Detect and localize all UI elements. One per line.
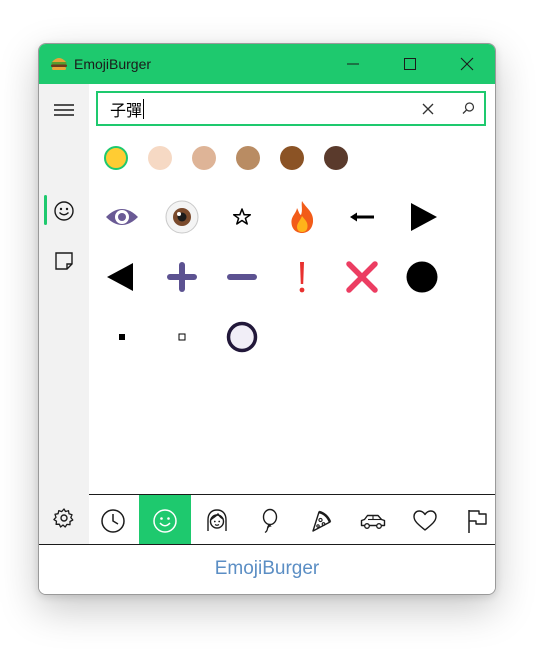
skin-tone-medium[interactable] (236, 146, 260, 170)
emoji-play-right[interactable] (394, 189, 450, 245)
car-icon (360, 514, 386, 529)
sidebar-item-note[interactable] (39, 240, 89, 280)
emoji-exclamation[interactable] (274, 249, 330, 305)
search-icon (462, 102, 475, 114)
app-window: EmojiBurger 子彈 EmojiBurger (38, 43, 496, 595)
emoji-eye[interactable] (94, 189, 150, 245)
close-button[interactable] (438, 44, 495, 84)
emoji-minus[interactable] (214, 249, 270, 305)
small-black-square-icon (119, 334, 125, 340)
emoji-heavy-circle[interactable] (214, 309, 270, 365)
title-bar[interactable]: EmojiBurger (39, 44, 495, 84)
emoji-play-left[interactable] (94, 249, 150, 305)
maximize-button[interactable] (381, 44, 438, 84)
maximize-icon (404, 58, 416, 70)
gear-icon (53, 508, 74, 528)
emoji-cross-mark[interactable] (334, 249, 390, 305)
search-box[interactable]: 子彈 (96, 91, 486, 126)
black-circle-icon (406, 261, 438, 293)
settings-button[interactable] (39, 497, 89, 537)
smiley-icon (54, 201, 74, 221)
minimize-icon (347, 63, 359, 65)
emoji-plus[interactable] (154, 249, 210, 305)
tab-people[interactable] (191, 495, 243, 544)
emoji-eyeball[interactable] (154, 189, 210, 245)
search-button[interactable] (456, 97, 480, 121)
emoji-small-black-square[interactable] (94, 309, 150, 365)
search-input[interactable]: 子彈 (110, 99, 410, 120)
smiley-icon (153, 509, 177, 533)
heavy-circle-icon (226, 321, 258, 353)
footer: EmojiBurger (39, 544, 495, 594)
close-icon (460, 57, 474, 71)
emoji-left-arrow[interactable] (334, 189, 390, 245)
search-input-value: 子彈 (110, 101, 143, 120)
person-icon (207, 509, 227, 531)
tab-nature[interactable] (243, 495, 295, 544)
heart-icon (413, 510, 437, 531)
eyeball-icon (165, 200, 199, 234)
emoji-black-circle[interactable] (394, 249, 450, 305)
burger-icon (50, 55, 68, 72)
tab-recent[interactable] (87, 495, 139, 544)
star-outline-icon (232, 208, 252, 225)
window-title: EmojiBurger (74, 56, 152, 72)
footer-brand: EmojiBurger (214, 558, 320, 579)
clear-search-button[interactable] (416, 97, 440, 121)
skin-tone-light[interactable] (148, 146, 172, 170)
menu-button[interactable] (39, 90, 89, 130)
play-right-triangle-icon (411, 203, 437, 231)
skin-tone-medium-light[interactable] (192, 146, 216, 170)
play-left-triangle-icon (107, 263, 133, 291)
small-white-square-icon (178, 333, 186, 341)
flag-icon (468, 510, 487, 533)
tab-food[interactable] (295, 495, 347, 544)
skin-tone-default[interactable] (104, 146, 128, 170)
tab-flags[interactable] (451, 495, 495, 544)
skin-tone-dark[interactable] (324, 146, 348, 170)
category-tab-bar (89, 494, 495, 545)
plus-icon (167, 262, 197, 292)
exclamation-icon (299, 262, 305, 293)
note-icon (55, 252, 73, 270)
minus-icon (227, 274, 257, 280)
left-arrow-icon (350, 212, 374, 222)
skin-tone-medium-dark[interactable] (280, 146, 304, 170)
minimize-button[interactable] (324, 44, 381, 84)
tab-symbols[interactable] (399, 495, 451, 544)
sidebar (39, 84, 89, 544)
pizza-icon (312, 510, 332, 532)
fire-icon (291, 201, 314, 233)
balloon-icon (262, 508, 278, 534)
text-caret (143, 99, 145, 119)
tab-smileys[interactable] (139, 495, 191, 544)
emoji-fire[interactable] (274, 189, 330, 245)
tab-travel[interactable] (347, 495, 399, 544)
emoji-star[interactable] (214, 189, 270, 245)
sidebar-item-emoji[interactable] (39, 190, 89, 230)
emoji-small-white-square[interactable] (154, 309, 210, 365)
clear-icon (422, 103, 434, 115)
clock-icon (101, 509, 125, 533)
eye-icon (106, 209, 138, 225)
hamburger-menu-icon (54, 104, 74, 116)
cross-mark-icon (346, 261, 378, 293)
